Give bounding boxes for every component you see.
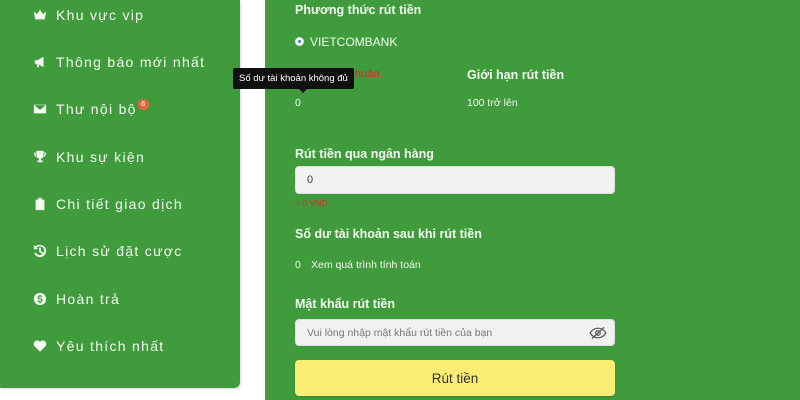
calculation-link[interactable]: Xem quá trình tính toán [311, 259, 421, 271]
sidebar-item-label: Hoàn trả [56, 291, 121, 307]
amount-input-value: 0 [307, 174, 314, 186]
sidebar-item-events[interactable]: Khu sự kiện [32, 144, 145, 170]
history-icon [32, 243, 48, 259]
sidebar-item-refund[interactable]: Hoàn trả [32, 286, 120, 312]
amount-hint: = 0 VND [295, 198, 328, 208]
sidebar-item-transactions[interactable]: Chi tiết giao dịch [32, 191, 183, 217]
envelope-icon [32, 101, 48, 117]
sidebar-item-label: Thư nội bộ [56, 101, 137, 117]
eye-slash-icon[interactable] [589, 326, 607, 340]
sidebar-item-label: Chi tiết giao dịch [56, 196, 183, 212]
amount-heading: Rút tiền qua ngân hàng [295, 147, 434, 161]
sidebar-item-label: Thông báo mới nhất [56, 54, 206, 70]
sidebar-item-label: Lịch sử đặt cược [56, 243, 183, 259]
trophy-icon [32, 149, 48, 165]
unread-badge: 6 [137, 98, 149, 110]
balance-tooltip: Số dư tài khoản không đủ [233, 68, 354, 93]
crown-icon [32, 7, 48, 23]
sidebar-item-label: Khu sự kiện [56, 149, 146, 165]
sidebar-item-bet-history[interactable]: Lịch sử đặt cược [32, 238, 183, 264]
balance-label: huản [355, 68, 380, 80]
balance-value: 0 [295, 97, 301, 109]
method-heading: Phương thức rút tiền [295, 3, 422, 17]
sidebar-item-label: Khu vực vip [56, 7, 145, 23]
dollar-icon [32, 291, 48, 307]
password-placeholder: Vui lòng nhập mật khẩu rút tiền của bạn [307, 326, 493, 339]
password-input[interactable]: Vui lòng nhập mật khẩu rút tiền của bạn [295, 319, 615, 346]
after-balance-heading: Số dư tài khoản sau khi rút tiền [295, 227, 482, 241]
sidebar-item-vip[interactable]: Khu vực vip [32, 2, 144, 28]
after-balance-value: 0 [295, 259, 301, 271]
limit-label: Giới hạn rút tiền [467, 68, 565, 82]
sidebar-item-news[interactable]: Thông báo mới nhất [32, 49, 205, 75]
bank-option-label[interactable]: VIETCOMBANK [310, 35, 397, 49]
bank-radio[interactable] [295, 37, 304, 46]
clipboard-icon [32, 196, 48, 212]
amount-input[interactable]: 0 [295, 166, 615, 194]
heart-icon [32, 338, 48, 354]
megaphone-icon [32, 54, 48, 70]
sidebar-item-favorites[interactable]: Yêu thích nhất [32, 333, 165, 359]
password-heading: Mật khẩu rút tiền [295, 297, 396, 311]
sidebar-menu: Khu vực vip Thông báo mới nhất Thư nội b… [0, 0, 240, 388]
sidebar-item-label: Yêu thích nhất [56, 338, 165, 354]
withdraw-submit-button[interactable]: Rút tiền [295, 360, 615, 396]
sidebar-item-inbox[interactable]: Thư nội bộ 6 [32, 96, 149, 122]
limit-value: 100 trở lên [467, 97, 518, 109]
